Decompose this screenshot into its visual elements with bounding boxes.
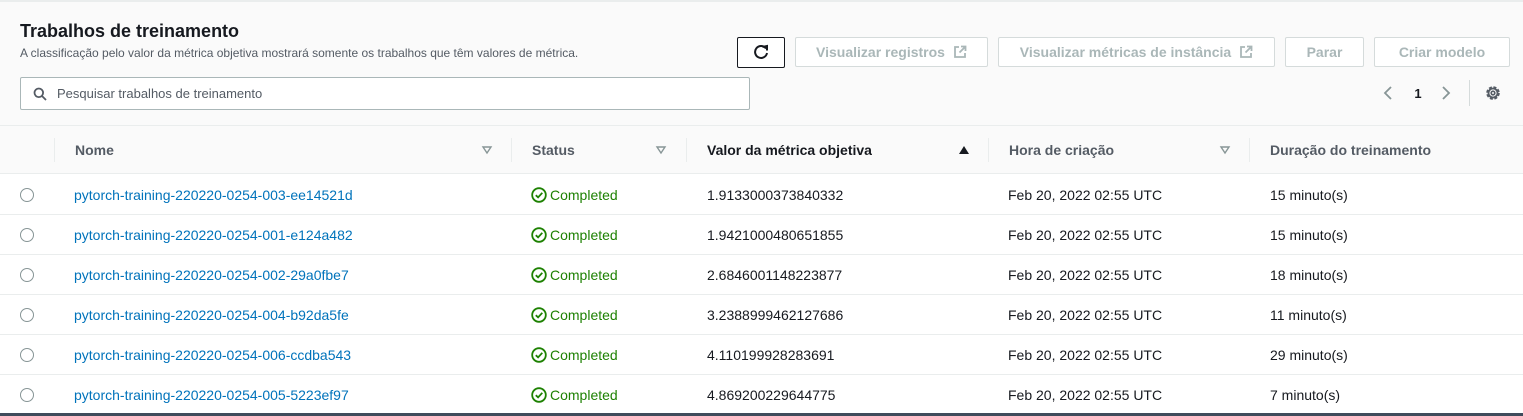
column-separator (988, 138, 989, 162)
column-header-creation-time[interactable]: Hora de criação (1009, 126, 1114, 174)
success-check-icon (531, 227, 547, 243)
training-job-name-link[interactable]: pytorch-training-220220-0254-001-e124a48… (74, 215, 353, 255)
objective-metric-value: 4.869200229644775 (707, 387, 836, 403)
sort-caret-down-icon[interactable] (1219, 144, 1231, 156)
creation-time: Feb 20, 2022 02:55 UTC (1008, 187, 1163, 203)
success-check-icon (531, 347, 547, 363)
training-job-name-link[interactable]: pytorch-training-220220-0254-003-ee14521… (74, 175, 353, 215)
training-duration: 7 minuto(s) (1270, 387, 1341, 403)
training-job-name-link[interactable]: pytorch-training-220220-0254-005-5223ef9… (74, 375, 349, 415)
column-header-training-duration[interactable]: Duração do treinamento (1270, 126, 1431, 174)
column-separator (1249, 138, 1250, 162)
sort-caret-down-icon[interactable] (655, 144, 667, 156)
column-separator (511, 138, 512, 162)
next-page-button[interactable] (1438, 82, 1454, 104)
training-duration: 15 minuto(s) (1270, 227, 1348, 243)
view-instance-metrics-label: Visualizar métricas de instância (1019, 44, 1232, 60)
success-check-icon (531, 267, 547, 283)
table-row[interactable]: pytorch-training-220220-0254-002-29a0fbe… (0, 255, 1523, 295)
column-separator (54, 138, 55, 162)
objective-metric-value: 1.9421000480651855 (707, 227, 844, 243)
column-header-name[interactable]: Nome (75, 126, 114, 174)
status-text: Completed (550, 387, 618, 403)
status-badge: Completed (531, 215, 618, 255)
status-text: Completed (550, 267, 618, 283)
training-duration: 15 minuto(s) (1270, 187, 1348, 203)
table-row[interactable]: pytorch-training-220220-0254-006-ccdba54… (0, 335, 1523, 375)
search-box[interactable] (20, 77, 750, 110)
sort-caret-down-icon[interactable] (481, 144, 493, 156)
creation-time: Feb 20, 2022 02:55 UTC (1008, 307, 1163, 323)
status-text: Completed (550, 307, 618, 323)
create-model-label: Criar modelo (1398, 44, 1486, 60)
status-badge: Completed (531, 255, 618, 295)
stop-button[interactable]: Parar (1285, 37, 1364, 67)
row-select-radio[interactable] (20, 268, 34, 282)
pagination-divider (1469, 80, 1470, 106)
objective-metric-value: 4.110199928283691 (707, 347, 835, 363)
stop-label: Parar (1306, 44, 1343, 60)
status-badge: Completed (531, 175, 618, 215)
training-duration: 11 minuto(s) (1270, 307, 1347, 323)
gear-icon[interactable] (1484, 84, 1502, 102)
success-check-icon (531, 307, 547, 323)
objective-metric-value: 2.6846001148223877 (707, 267, 843, 283)
creation-time: Feb 20, 2022 02:55 UTC (1008, 227, 1163, 243)
status-badge: Completed (531, 375, 618, 415)
table-row[interactable]: pytorch-training-220220-0254-004-b92da5f… (0, 295, 1523, 335)
objective-metric-value: 1.9133000373840332 (707, 187, 844, 203)
page-subtitle: A classificação pelo valor da métrica ob… (20, 46, 579, 60)
status-text: Completed (550, 187, 618, 203)
status-text: Completed (550, 227, 618, 243)
creation-time: Feb 20, 2022 02:55 UTC (1008, 347, 1163, 363)
row-select-radio[interactable] (20, 228, 34, 242)
external-link-icon (954, 45, 967, 58)
creation-time: Feb 20, 2022 02:55 UTC (1008, 387, 1163, 403)
create-model-button[interactable]: Criar modelo (1374, 37, 1510, 67)
success-check-icon (531, 187, 547, 203)
search-input[interactable] (57, 79, 737, 108)
status-badge: Completed (531, 295, 618, 335)
current-page-number[interactable]: 1 (1410, 82, 1426, 104)
view-logs-button[interactable]: Visualizar registros (795, 37, 988, 67)
page-title: Trabalhos de treinamento (20, 21, 240, 41)
view-logs-label: Visualizar registros (816, 44, 945, 60)
table-row[interactable]: pytorch-training-220220-0254-003-ee14521… (0, 175, 1523, 215)
external-link-icon (1240, 45, 1253, 58)
view-instance-metrics-button[interactable]: Visualizar métricas de instância (998, 37, 1275, 67)
status-badge: Completed (531, 335, 618, 375)
training-duration: 18 minuto(s) (1270, 267, 1348, 283)
row-select-radio[interactable] (20, 388, 34, 402)
previous-page-button[interactable] (1380, 82, 1396, 104)
row-select-radio[interactable] (20, 308, 34, 322)
search-icon (33, 87, 47, 101)
status-text: Completed (550, 347, 618, 363)
refresh-icon (754, 44, 768, 59)
training-job-name-link[interactable]: pytorch-training-220220-0254-006-ccdba54… (74, 335, 351, 375)
refresh-button[interactable] (737, 37, 785, 68)
column-header-objective-metric[interactable]: Valor da métrica objetiva (707, 126, 872, 174)
sort-ascending-icon[interactable] (958, 144, 970, 156)
table-row[interactable]: pytorch-training-220220-0254-001-e124a48… (0, 215, 1523, 255)
training-job-name-link[interactable]: pytorch-training-220220-0254-002-29a0fbe… (74, 255, 349, 295)
column-header-status[interactable]: Status (532, 126, 575, 174)
creation-time: Feb 20, 2022 02:55 UTC (1008, 267, 1163, 283)
chevron-right-icon (1442, 86, 1451, 100)
table-header: Nome Status Valor da métrica objetiva Ho… (0, 126, 1523, 174)
training-duration: 29 minuto(s) (1270, 347, 1348, 363)
column-separator (686, 138, 687, 162)
success-check-icon (531, 387, 547, 403)
training-job-name-link[interactable]: pytorch-training-220220-0254-004-b92da5f… (74, 295, 349, 335)
chevron-left-icon (1383, 86, 1392, 100)
objective-metric-value: 3.2388999462127686 (707, 307, 844, 323)
row-select-radio[interactable] (20, 348, 34, 362)
page-header: Trabalhos de treinamento A classificação… (0, 2, 1523, 126)
row-select-radio[interactable] (20, 188, 34, 202)
table-row[interactable]: pytorch-training-220220-0254-005-5223ef9… (0, 375, 1523, 415)
